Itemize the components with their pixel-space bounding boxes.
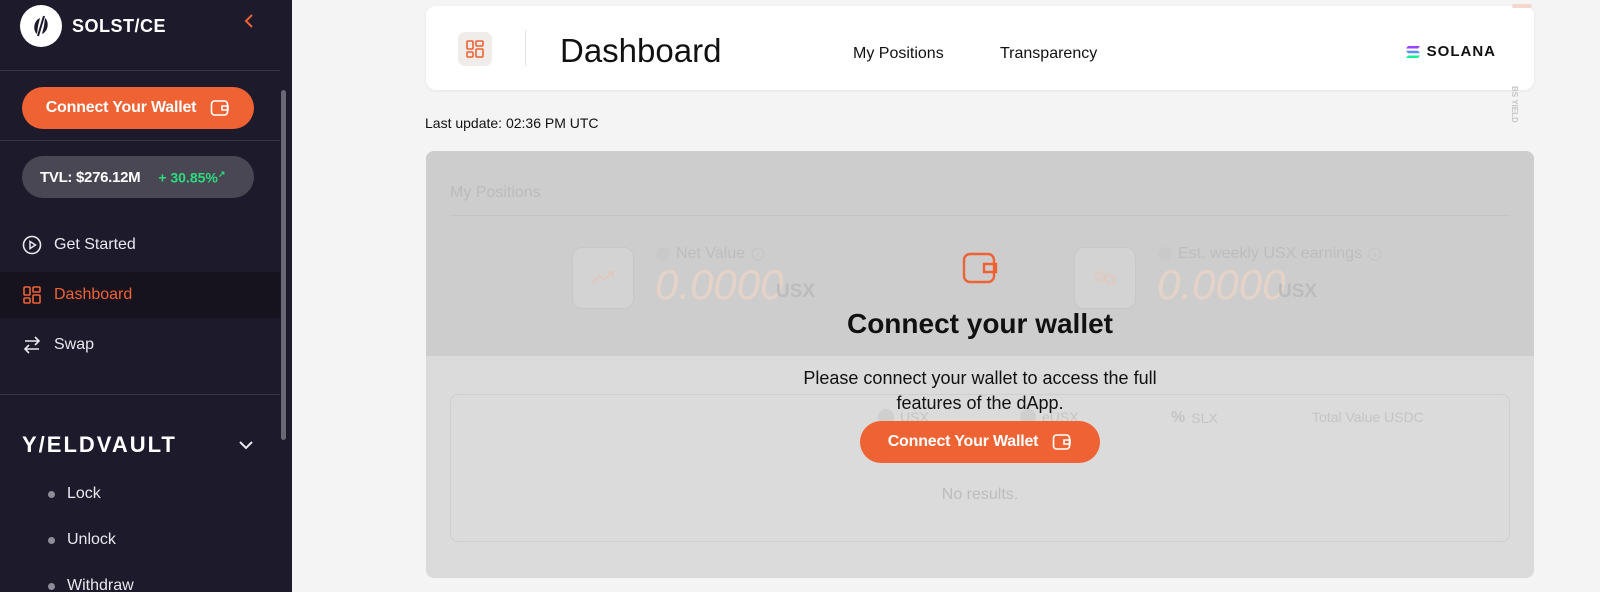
divider: [0, 140, 280, 141]
bullet-icon: [48, 490, 55, 498]
last-update-time: 02:36 PM UTC: [505, 115, 599, 131]
yieldvault-logo: Y/ELDVAULT: [22, 432, 177, 457]
info-icon: [1368, 247, 1382, 261]
nav-link-my-positions[interactable]: My Positions: [853, 45, 944, 63]
sidebar-item-label: Withdraw: [67, 577, 134, 592]
solstice-logo-icon: [20, 5, 62, 47]
no-results-text: No results.: [941, 486, 1019, 503]
dashboard-grid-button[interactable]: [458, 32, 492, 66]
play-circle-icon: [22, 235, 42, 255]
arrow-up-right-icon: ↗: [217, 168, 226, 179]
sidebar-item-label: Get Started: [54, 236, 136, 253]
connect-wallet-button[interactable]: Connect Your Wallet: [860, 421, 1100, 463]
divider: [450, 215, 1510, 216]
sidebar-item-lock[interactable]: Lock: [48, 480, 101, 508]
wallet-icon: [1052, 434, 1072, 450]
sidebar: SOLST/CE Connect Your Wallet TVL: $276.1…: [0, 0, 292, 592]
solana-logo-icon: [1405, 45, 1420, 58]
sidebar-scrollbar[interactable]: [281, 90, 286, 440]
bullet-icon: [48, 536, 55, 544]
wallet-icon: [210, 100, 230, 116]
bullet-icon: [48, 582, 55, 590]
swap-arrows-icon: [22, 335, 42, 355]
last-update-label: Last update:: [425, 115, 503, 131]
connect-wallet-description: Please connect your wallet to access the…: [803, 368, 1157, 413]
page-title: Dashboard: [560, 32, 722, 69]
sidebar-item-label: Dashboard: [54, 286, 133, 303]
sidebar-item-swap[interactable]: Swap: [0, 322, 280, 368]
connect-wallet-label: Connect Your Wallet: [887, 433, 1039, 450]
grid-icon: [22, 285, 42, 305]
last-update: Last update: 02:36 PM UTC: [425, 115, 599, 131]
sidebar-connect-wallet-button[interactable]: Connect Your Wallet: [22, 87, 254, 129]
link-icon: [1074, 247, 1136, 309]
side-tag: BS YIELD: [1510, 86, 1519, 123]
divider: [0, 394, 280, 395]
sidebar-item-label: Swap: [54, 336, 95, 353]
token-icon: [1158, 247, 1172, 261]
table-header-total: Total Value USDC: [1312, 409, 1424, 425]
network-badge[interactable]: SOLANA: [1405, 43, 1496, 60]
connect-wallet-label: Connect Your Wallet: [45, 99, 197, 116]
edge-indicator: [1512, 4, 1532, 8]
top-header: Dashboard My Positions Transparency SOLA…: [426, 6, 1534, 90]
yieldvault-section-toggle[interactable]: Y/ELDVAULT: [22, 428, 254, 462]
info-icon: [751, 247, 765, 261]
sidebar-item-label: Lock: [67, 485, 101, 502]
net-value-unit: USX: [776, 281, 816, 302]
weekly-earnings-value: 0.0000: [1157, 261, 1286, 308]
nav-link-transparency[interactable]: Transparency: [1000, 45, 1097, 63]
sidebar-item-withdraw[interactable]: Withdraw: [48, 572, 134, 592]
chevron-down-icon: [239, 441, 253, 450]
network-name: SOLANA: [1426, 43, 1496, 60]
sidebar-item-label: Unlock: [67, 531, 116, 548]
brand-logo[interactable]: SOLST/CE: [20, 4, 260, 48]
net-value: 0.0000: [655, 261, 784, 308]
sidebar-item-unlock[interactable]: Unlock: [48, 526, 116, 554]
positions-card: My Positions Net Value 0.0000 USX Est. w…: [426, 151, 1534, 578]
sidebar-item-dashboard[interactable]: Dashboard: [0, 272, 280, 318]
header-divider: [525, 30, 526, 66]
chevron-left-icon: [244, 14, 253, 28]
weekly-earnings-unit: USX: [1278, 281, 1318, 302]
trend-up-icon: [572, 247, 634, 309]
sidebar-item-get-started[interactable]: Get Started: [0, 222, 280, 268]
connect-wallet-title: Connect your wallet: [846, 308, 1114, 339]
wallet-icon: [962, 252, 998, 284]
tvl-badge: TVL: $276.12M + 30.85%↗: [22, 156, 254, 198]
collapse-sidebar-button[interactable]: [238, 10, 260, 32]
grid-icon: [466, 40, 484, 58]
positions-title: My Positions: [450, 184, 541, 201]
divider: [0, 70, 280, 71]
tvl-value: TVL: $276.12M: [40, 168, 141, 186]
token-icon: [656, 247, 670, 261]
brand-name: SOLST/CE: [72, 15, 167, 36]
tvl-change: + 30.85%↗: [158, 168, 226, 186]
